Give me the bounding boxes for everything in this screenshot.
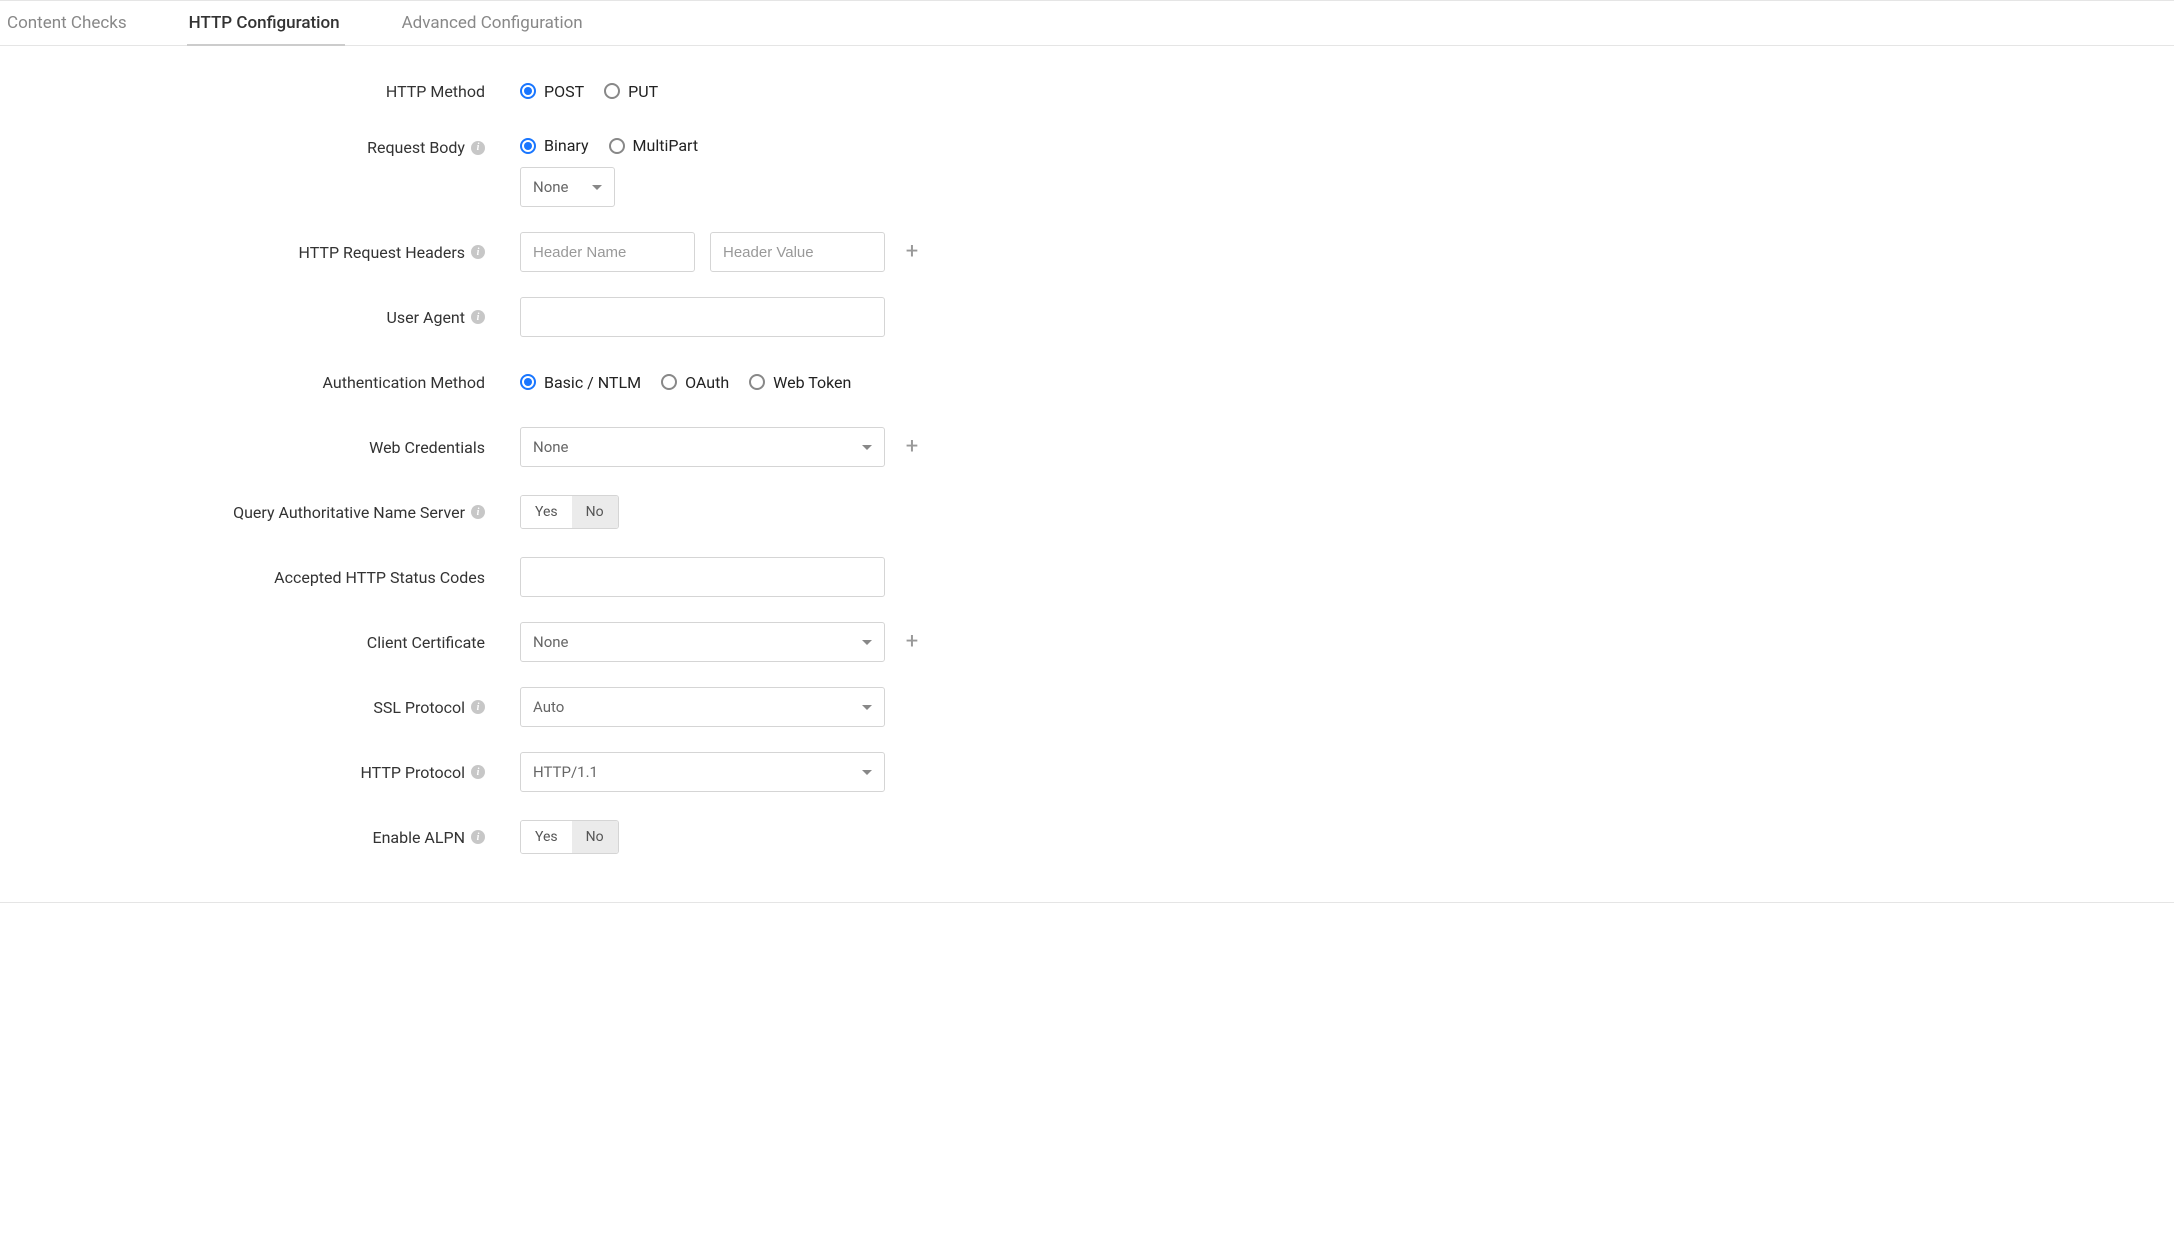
radio-group-http-method: POST PUT (520, 82, 658, 101)
radio-multipart[interactable]: MultiPart (609, 136, 699, 155)
info-icon[interactable]: i (471, 700, 485, 714)
toggle-query-auth-ns: Yes No (520, 495, 619, 529)
radio-binary[interactable]: Binary (520, 136, 589, 155)
label-request-body: Request Body i (0, 136, 520, 157)
label-http-protocol: HTTP Protocol i (0, 763, 520, 782)
row-http-method: HTTP Method POST PUT (0, 71, 2174, 111)
select-web-credentials[interactable]: None (520, 427, 885, 467)
row-http-protocol: HTTP Protocol i HTTP/1.1 (0, 752, 2174, 792)
label-auth-method: Authentication Method (0, 373, 520, 392)
info-icon[interactable]: i (471, 830, 485, 844)
select-value: None (533, 178, 569, 196)
tab-http-configuration[interactable]: HTTP Configuration (187, 1, 370, 45)
chevron-down-icon (862, 770, 872, 775)
select-ssl-protocol[interactable]: Auto (520, 687, 885, 727)
tab-content-checks[interactable]: Content Checks (5, 1, 157, 45)
add-header-button[interactable]: + (900, 241, 924, 263)
label-http-method: HTTP Method (0, 82, 520, 101)
select-body-type[interactable]: None (520, 167, 615, 207)
row-user-agent: User Agent i (0, 297, 2174, 337)
toggle-no[interactable]: No (572, 496, 618, 528)
form-area: HTTP Method POST PUT Request Body (0, 46, 2174, 857)
info-icon[interactable]: i (471, 765, 485, 779)
select-http-protocol[interactable]: HTTP/1.1 (520, 752, 885, 792)
chevron-down-icon (592, 185, 602, 190)
select-value: None (533, 438, 569, 456)
radio-icon (520, 138, 536, 154)
info-icon[interactable]: i (471, 245, 485, 259)
label-accepted-status: Accepted HTTP Status Codes (0, 568, 520, 587)
select-value: HTTP/1.1 (533, 763, 598, 781)
row-query-auth-ns: Query Authoritative Name Server i Yes No (0, 492, 2174, 532)
chevron-down-icon (862, 445, 872, 450)
select-value: None (533, 633, 569, 651)
row-web-credentials: Web Credentials None + (0, 427, 2174, 467)
tab-advanced-configuration[interactable]: Advanced Configuration (400, 1, 613, 45)
radio-icon (609, 138, 625, 154)
row-request-body: Request Body i Binary MultiPart None (0, 136, 2174, 207)
label-client-cert: Client Certificate (0, 633, 520, 652)
toggle-yes[interactable]: Yes (521, 496, 572, 528)
label-user-agent: User Agent i (0, 308, 520, 327)
label-web-credentials: Web Credentials (0, 438, 520, 457)
input-header-name[interactable] (520, 232, 695, 272)
radio-post[interactable]: POST (520, 82, 584, 101)
add-client-cert-button[interactable]: + (900, 631, 924, 653)
toggle-enable-alpn: Yes No (520, 820, 619, 854)
radio-icon (604, 83, 620, 99)
row-enable-alpn: Enable ALPN i Yes No (0, 817, 2174, 857)
row-client-cert: Client Certificate None + (0, 622, 2174, 662)
chevron-down-icon (862, 640, 872, 645)
radio-oauth[interactable]: OAuth (661, 373, 729, 392)
radio-web-token[interactable]: Web Token (749, 373, 851, 392)
label-enable-alpn: Enable ALPN i (0, 828, 520, 847)
toggle-no[interactable]: No (572, 821, 618, 853)
select-client-cert[interactable]: None (520, 622, 885, 662)
tab-bar: Content Checks HTTP Configuration Advanc… (0, 1, 2174, 46)
label-http-request-headers: HTTP Request Headers i (0, 243, 520, 262)
row-ssl-protocol: SSL Protocol i Auto (0, 687, 2174, 727)
row-http-request-headers: HTTP Request Headers i + (0, 232, 2174, 272)
input-accepted-status[interactable] (520, 557, 885, 597)
info-icon[interactable]: i (471, 505, 485, 519)
radio-icon (520, 83, 536, 99)
input-header-value[interactable] (710, 232, 885, 272)
radio-icon (661, 374, 677, 390)
chevron-down-icon (862, 705, 872, 710)
radio-group-request-body: Binary MultiPart (520, 136, 698, 155)
add-credentials-button[interactable]: + (900, 436, 924, 458)
radio-basic-ntlm[interactable]: Basic / NTLM (520, 373, 641, 392)
radio-icon (749, 374, 765, 390)
toggle-yes[interactable]: Yes (521, 821, 572, 853)
info-icon[interactable]: i (471, 141, 485, 155)
select-value: Auto (533, 698, 564, 716)
radio-icon (520, 374, 536, 390)
row-auth-method: Authentication Method Basic / NTLM OAuth… (0, 362, 2174, 402)
input-user-agent[interactable] (520, 297, 885, 337)
radio-group-auth-method: Basic / NTLM OAuth Web Token (520, 373, 851, 392)
label-ssl-protocol: SSL Protocol i (0, 698, 520, 717)
http-config-panel: Content Checks HTTP Configuration Advanc… (0, 0, 2174, 903)
radio-put[interactable]: PUT (604, 82, 658, 101)
info-icon[interactable]: i (471, 310, 485, 324)
label-query-auth-ns: Query Authoritative Name Server i (0, 503, 520, 522)
row-accepted-status: Accepted HTTP Status Codes (0, 557, 2174, 597)
